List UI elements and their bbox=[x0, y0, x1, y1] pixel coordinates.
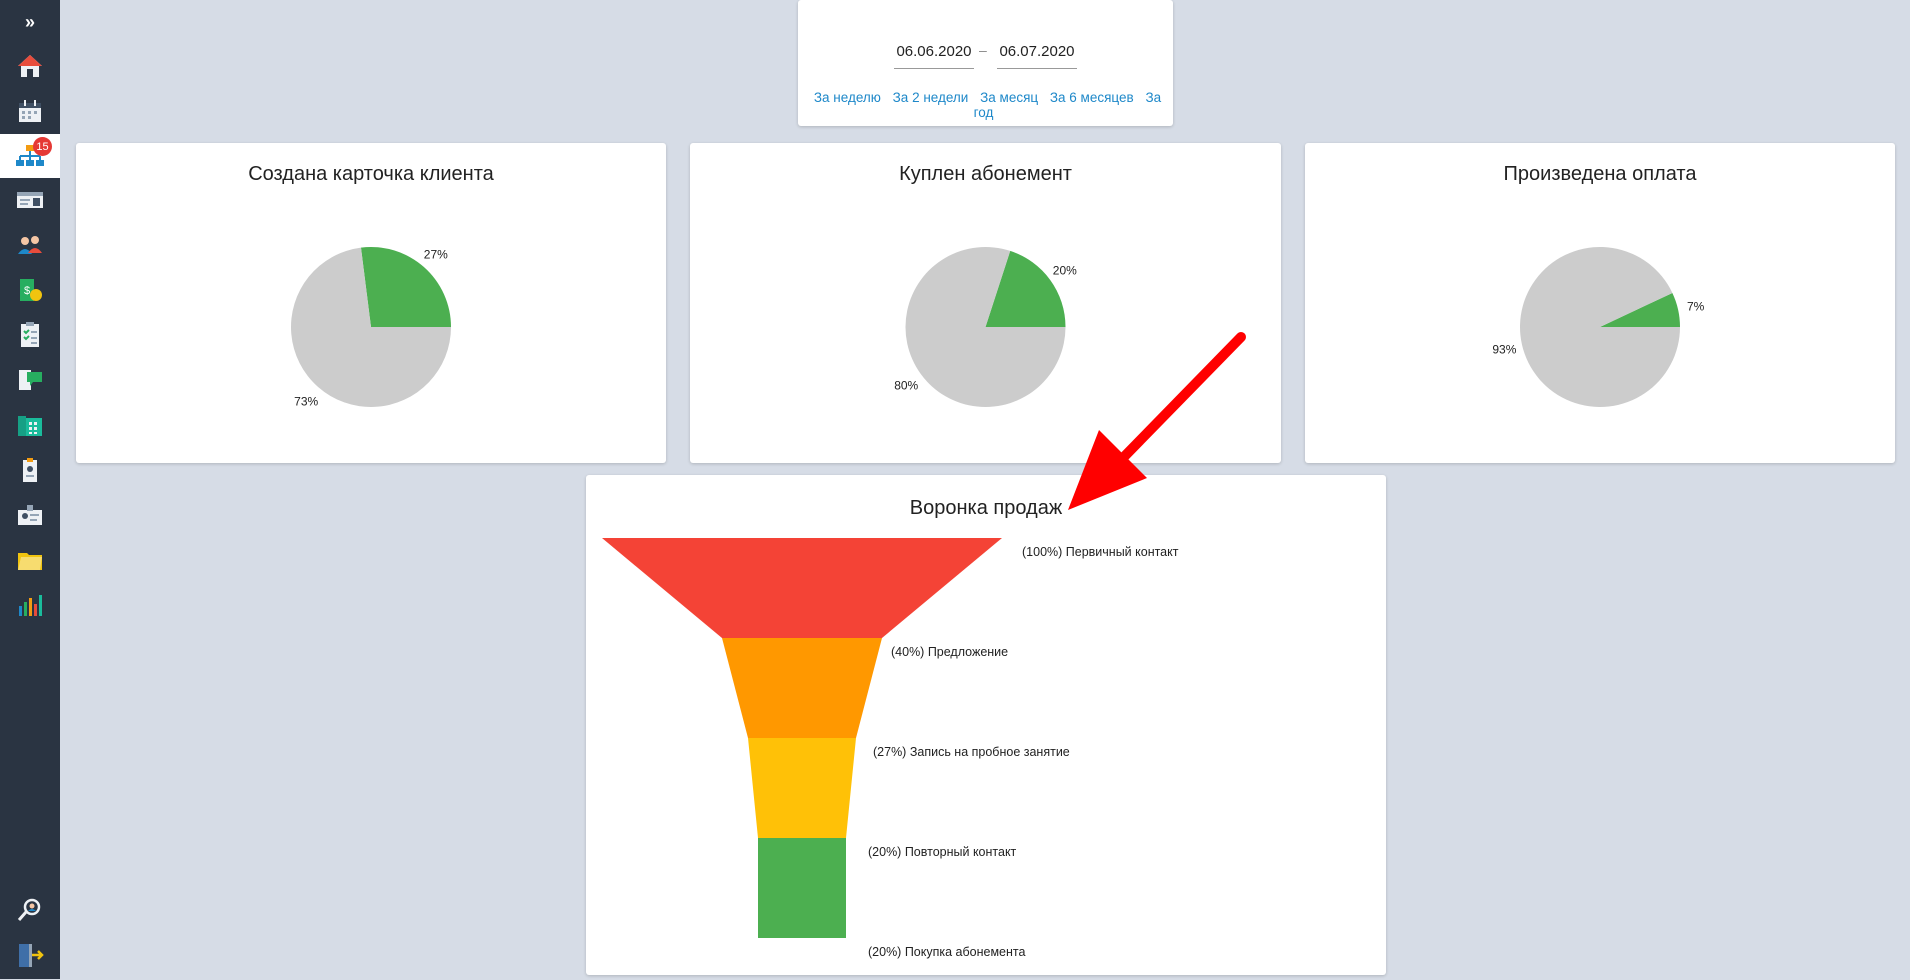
phone-book-icon bbox=[18, 416, 42, 436]
date-range-card: 06.06.2020 – 06.07.2020 За неделю За 2 н… bbox=[798, 0, 1173, 126]
search-user-icon bbox=[17, 898, 41, 921]
folder-icon bbox=[18, 553, 42, 570]
sidebar-toggle-button[interactable]: » bbox=[0, 0, 60, 44]
chat-icon bbox=[19, 370, 42, 390]
pie-chart-client-created: 27% 73% bbox=[291, 246, 451, 409]
pie-title-subscription-bought: Куплен абонемент bbox=[899, 163, 1072, 185]
pie-slice-label: 20% bbox=[1053, 263, 1077, 277]
pie-slice-label: 73% bbox=[294, 395, 318, 409]
pie-slice-label: 7% bbox=[1687, 300, 1705, 314]
logout-icon bbox=[19, 944, 44, 967]
checklist-icon bbox=[21, 322, 39, 347]
sidebar-item-search[interactable] bbox=[0, 888, 60, 932]
pie-title-payment-made: Произведена оплата bbox=[1503, 163, 1697, 185]
users-icon bbox=[18, 236, 42, 254]
sidebar-item-finance[interactable]: $ bbox=[0, 268, 60, 312]
sidebar-item-logout[interactable] bbox=[0, 933, 60, 977]
sidebar: » 15 $ bbox=[0, 0, 60, 979]
sidebar-item-staff[interactable] bbox=[0, 223, 60, 267]
funnel-segment bbox=[602, 538, 1002, 638]
date-to-input[interactable]: 06.07.2020 bbox=[997, 40, 1077, 69]
funnel-chart: (100%) Первичный контакт (40%) Предложени… bbox=[602, 538, 1179, 959]
funnel-segment bbox=[722, 638, 882, 738]
funnel-stage-label: (20%) Повторный контакт bbox=[868, 845, 1017, 859]
period-links: За неделю За 2 недели За месяц За 6 меся… bbox=[798, 90, 1173, 120]
funnel-card: Воронка продаж (100%) Первичный контакт(… bbox=[586, 475, 1386, 975]
sidebar-item-contacts[interactable] bbox=[0, 403, 60, 447]
funnel-stage-label: (100%) Первичный контакт bbox=[1022, 545, 1179, 559]
sidebar-item-employees[interactable] bbox=[0, 493, 60, 537]
pie-slice bbox=[1520, 246, 1680, 407]
sidebar-item-tasks[interactable] bbox=[0, 313, 60, 357]
period-link-week[interactable]: За неделю bbox=[814, 90, 881, 105]
funnel-segment bbox=[748, 738, 856, 838]
funnel-title: Воронка продаж bbox=[909, 497, 1063, 519]
home-icon bbox=[18, 55, 42, 77]
badge-icon bbox=[23, 458, 37, 482]
sidebar-item-calendar[interactable] bbox=[0, 89, 60, 133]
sidebar-item-passes[interactable] bbox=[0, 448, 60, 492]
pie-card-subscription-bought: Куплен абонемент 20% 80% bbox=[690, 143, 1281, 463]
pie-chart-subscription-bought: 20% 80% bbox=[894, 247, 1077, 407]
id-card-icon bbox=[17, 192, 43, 208]
date-from-input[interactable]: 06.06.2020 bbox=[894, 40, 974, 69]
pie-chart-payment-made: 7% 93% bbox=[1492, 246, 1705, 407]
pie-slice-label: 27% bbox=[424, 247, 448, 261]
expand-icon: » bbox=[24, 11, 35, 32]
sidebar-item-documents[interactable] bbox=[0, 538, 60, 582]
calendar-icon bbox=[19, 100, 41, 122]
svg-text:$: $ bbox=[24, 285, 30, 297]
pie-slice-label: 93% bbox=[1492, 342, 1516, 356]
pie-card-client-created: Создана карточка клиента 27% 73% bbox=[76, 143, 666, 463]
period-link-2weeks[interactable]: За 2 недели bbox=[893, 90, 969, 105]
sidebar-item-messages[interactable] bbox=[0, 358, 60, 402]
sidebar-item-home[interactable] bbox=[0, 44, 60, 88]
funnel-stage-label: (20%) Покупка абонемента bbox=[868, 945, 1026, 959]
money-icon: $ bbox=[20, 279, 42, 301]
pie-title-client-created: Создана карточка клиента bbox=[248, 163, 494, 185]
funnel-stage-label: (40%) Предложение bbox=[891, 645, 1008, 659]
date-separator: – bbox=[979, 42, 987, 58]
notification-badge: 15 bbox=[33, 137, 52, 156]
funnel-stage-label: (27%) Запись на пробное занятие bbox=[873, 745, 1070, 759]
sidebar-item-reports[interactable] bbox=[0, 583, 60, 627]
period-link-6months[interactable]: За 6 месяцев bbox=[1050, 90, 1134, 105]
sidebar-item-clients[interactable] bbox=[0, 178, 60, 222]
employee-card-icon bbox=[18, 505, 42, 525]
sidebar-item-structure[interactable]: 15 bbox=[0, 134, 60, 178]
pie-slice-label: 80% bbox=[894, 379, 918, 393]
period-link-month[interactable]: За месяц bbox=[980, 90, 1038, 105]
bar-chart-icon bbox=[19, 595, 42, 616]
pie-card-payment-made: Произведена оплата 7% 93% bbox=[1305, 143, 1895, 463]
funnel-segment bbox=[758, 838, 846, 938]
